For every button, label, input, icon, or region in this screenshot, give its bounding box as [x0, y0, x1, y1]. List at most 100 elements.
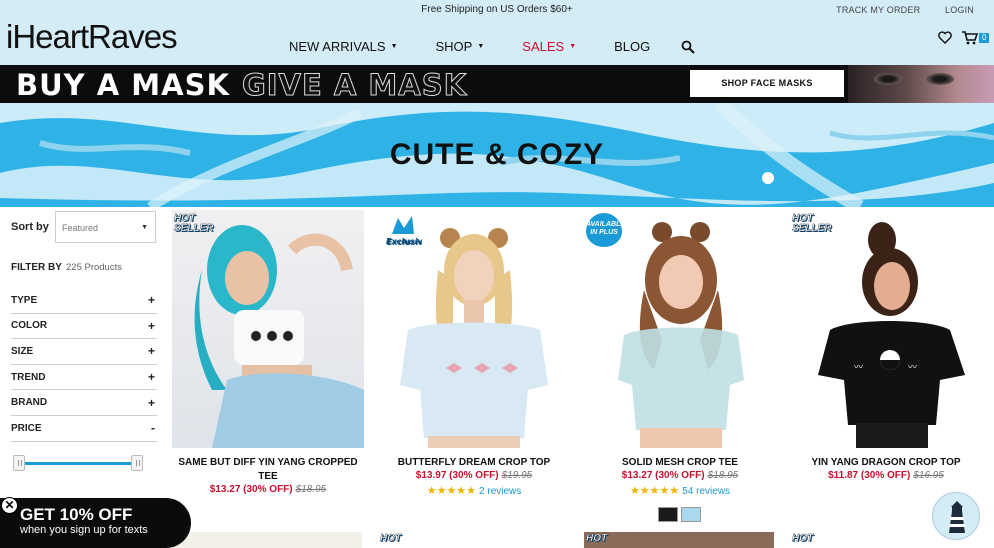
chat-widget-button[interactable]: [932, 492, 980, 540]
nav-label: SHOP: [435, 39, 473, 54]
close-icon[interactable]: ✕: [1, 497, 18, 514]
facet-label: SIZE: [11, 345, 34, 357]
collapse-icon: -: [151, 421, 155, 436]
nav-shop[interactable]: SHOP ▼: [436, 39, 485, 54]
product-preview-row: HOT: [584, 532, 774, 548]
chevron-down-icon: ▼: [569, 43, 577, 50]
product-name[interactable]: SAME BUT DIFF YIN YANG CROPPED TEE: [172, 456, 364, 484]
rating-stars: ★★★★★: [629, 485, 680, 497]
facet-brand[interactable]: BRAND +: [11, 390, 157, 416]
original-price: $16.95: [913, 470, 944, 481]
nav-label: BLOG: [614, 39, 651, 54]
chevron-down-icon: ▼: [477, 43, 485, 50]
utility-links: TRACK MY ORDER LOGIN: [814, 5, 974, 15]
product-count: 225 Products: [66, 262, 122, 273]
chevron-down-icon: ▼: [141, 224, 148, 231]
exclusive-badge: Exclusive: [386, 212, 429, 252]
sale-price: $11.87 (30% OFF): [828, 470, 911, 481]
cart-count-badge: 0: [979, 33, 990, 43]
product-name[interactable]: YIN YANG DRAGON CROP TOP: [790, 456, 982, 470]
rating-stars: ★★★★★: [426, 485, 477, 497]
mask-promo-banner[interactable]: BUY A MASK GIVE A MASK SHOP FACE MASKS: [0, 65, 994, 103]
sort-label: Sort by: [11, 221, 49, 233]
site-header: Free Shipping on US Orders $60+ TRACK MY…: [0, 0, 994, 65]
facet-label: BRAND: [11, 397, 48, 409]
product-preview-row: [172, 532, 362, 548]
wishlist-heart-icon[interactable]: [938, 31, 952, 44]
chevron-down-icon: ▼: [390, 43, 398, 50]
facet-label: COLOR: [11, 320, 48, 332]
main-nav: NEW ARRIVALS ▼ SHOP ▼ SALES ▼ BLOG: [289, 39, 688, 54]
popup-title: GET 10% OFF: [20, 505, 133, 524]
sms-signup-popup[interactable]: GET 10% OFF when you sign up for texts ✕: [0, 497, 191, 548]
review-count[interactable]: 2 reviews: [479, 486, 521, 497]
hot-seller-badge: HOT: [792, 533, 814, 544]
original-price: $19.95: [501, 470, 533, 481]
headline-give: GIVE A MASK: [241, 68, 468, 103]
product-price: $13.27 (30% OFF) $18.95: [172, 484, 364, 495]
product-price: $13.27 (30% OFF) $18.95: [584, 470, 776, 481]
site-logo[interactable]: iHeartRaves: [6, 18, 178, 56]
product-image[interactable]: 〰 〰 HOT SELLER: [790, 210, 982, 448]
headline-buy: BUY A MASK: [16, 68, 230, 102]
facet-label: TREND: [11, 371, 46, 383]
filter-label: FILTER BY: [11, 262, 62, 273]
product-price: $11.87 (30% OFF) $16.95: [790, 470, 982, 481]
product-name[interactable]: SOLID MESH CROP TEE: [584, 456, 776, 470]
nav-blog[interactable]: BLOG: [614, 39, 650, 54]
facet-size[interactable]: SIZE +: [11, 339, 157, 365]
svg-text:〰: 〰: [854, 363, 863, 373]
sort-value: Featured: [62, 223, 99, 233]
hot-seller-badge: HOT SELLER: [174, 213, 214, 234]
price-range-slider[interactable]: [11, 452, 157, 474]
login-link[interactable]: LOGIN: [945, 5, 974, 15]
popup-subtitle: when you sign up for texts: [20, 524, 148, 536]
expand-icon: +: [147, 370, 155, 385]
nav-sales[interactable]: SALES ▼: [522, 39, 576, 54]
cart-icon[interactable]: [962, 31, 978, 45]
expand-icon: +: [147, 318, 155, 333]
svg-text:Exclusive: Exclusive: [386, 237, 422, 246]
original-price: $18.95: [707, 470, 739, 481]
expand-icon: +: [147, 344, 155, 359]
swatch-light-blue[interactable]: [681, 507, 701, 522]
track-order-link[interactable]: TRACK MY ORDER: [836, 5, 920, 15]
filter-facets: TYPE + COLOR + SIZE + TREND + BRAND + PRICE -: [11, 288, 157, 442]
sale-price: $13.27 (30% OFF): [621, 470, 705, 481]
nav-label: SALES: [522, 39, 565, 54]
expand-icon: +: [147, 293, 155, 308]
rating[interactable]: ★★★★★ 2 reviews: [378, 484, 570, 497]
facet-type[interactable]: TYPE +: [11, 288, 157, 314]
facet-label: PRICE: [11, 422, 42, 434]
search-icon[interactable]: [681, 40, 695, 54]
slider-track: [23, 462, 143, 465]
review-count[interactable]: 54 reviews: [682, 486, 730, 497]
product-name[interactable]: BUTTERFLY DREAM CROP TOP: [378, 456, 570, 470]
product-preview-row: HOT: [378, 532, 568, 548]
expand-icon: +: [147, 395, 155, 410]
nav-new-arrivals[interactable]: NEW ARRIVALS ▼: [289, 39, 398, 54]
slider-min-handle[interactable]: [13, 455, 25, 471]
mask-headline: BUY A MASK GIVE A MASK: [16, 68, 468, 103]
product-image[interactable]: HOT SELLER: [172, 210, 364, 448]
sort-select[interactable]: Featured ▼: [55, 211, 156, 243]
product-image[interactable]: Exclusive: [378, 210, 570, 448]
shop-face-masks-button[interactable]: SHOP FACE MASKS: [690, 70, 844, 97]
slider-max-handle[interactable]: [131, 455, 143, 471]
facet-color[interactable]: COLOR +: [11, 314, 157, 340]
product-image[interactable]: AVAILABLE IN PLUS: [584, 210, 776, 448]
rating[interactable]: ★★★★★ 54 reviews: [584, 484, 776, 497]
sale-price: $13.97 (30% OFF): [415, 470, 499, 481]
product-preview-row: HOT: [790, 532, 930, 548]
facet-label: TYPE: [11, 294, 38, 306]
banner-model-photo: [848, 65, 994, 103]
swatch-black[interactable]: [658, 507, 678, 522]
original-price: $18.95: [295, 484, 327, 495]
lighthouse-icon: [949, 501, 965, 533]
facet-price[interactable]: PRICE -: [11, 416, 157, 442]
sale-price: $13.27 (30% OFF): [209, 484, 293, 495]
color-swatches: [658, 507, 704, 522]
facet-trend[interactable]: TREND +: [11, 365, 157, 391]
available-in-plus-badge: AVAILABLE IN PLUS: [586, 213, 625, 247]
hot-seller-badge: HOT: [586, 533, 608, 544]
